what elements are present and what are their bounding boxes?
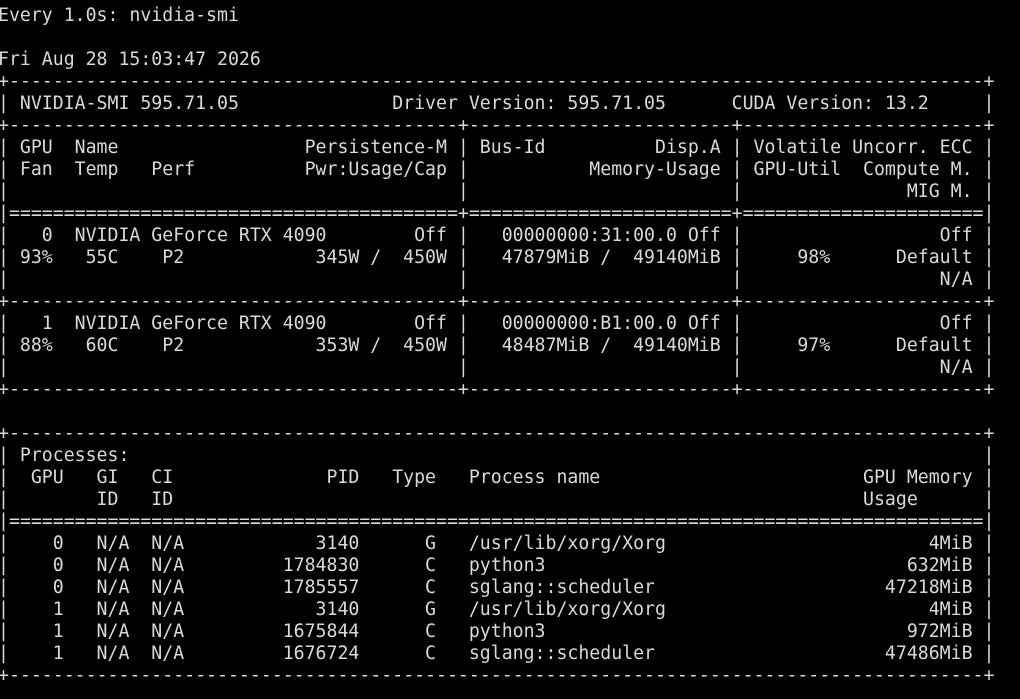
gpu-0-row: | 0 NVIDIA GeForce RTX 4090 Off | 000000… [0,225,995,246]
gpu-header-row: | GPU Name Persistence-M | Bus-Id Disp.A… [0,137,995,158]
table-border: +---------------------------------------… [0,379,995,400]
table-border: +---------------------------------------… [0,423,995,444]
process-row: | 1 N/A N/A 1676724 C sglang::scheduler … [0,643,995,664]
gpu-0-row: | 93% 55C P2 345W / 450W | 47879MiB / 49… [0,247,995,268]
table-border: +---------------------------------------… [0,115,995,136]
process-row: | 0 N/A N/A 3140 G /usr/lib/xorg/Xorg 4M… [0,533,995,554]
table-border: +---------------------------------------… [0,71,995,92]
processes-header-row: | ID ID Usage | [0,489,995,510]
version-row: | NVIDIA-SMI 595.71.05 Driver Version: 5… [0,93,995,114]
gpu-0-row: | | | N/A | [0,269,995,290]
gpu-header-row: | Fan Temp Perf Pwr:Usage/Cap | Memory-U… [0,159,995,180]
gpu-header-row: | | | MIG M. | [0,181,995,202]
header-separator: |=======================================… [0,203,995,224]
processes-title: | Processes: | [0,445,995,466]
gpu-1-row: | | | N/A | [0,357,995,378]
terminal-window[interactable]: Every 1.0s: nvidia-smi Fri Aug 28 15:03:… [0,0,1020,699]
table-border: +---------------------------------------… [0,665,995,686]
watch-header: Every 1.0s: nvidia-smi [0,5,239,26]
process-row: | 0 N/A N/A 1785557 C sglang::scheduler … [0,577,995,598]
gpu-1-row: | 88% 60C P2 353W / 450W | 48487MiB / 49… [0,335,995,356]
table-border: +---------------------------------------… [0,291,995,312]
timestamp: Fri Aug 28 15:03:47 2026 [0,49,261,70]
process-row: | 1 N/A N/A 1675844 C python3 972MiB | [0,621,995,642]
header-separator: |=======================================… [0,511,995,532]
process-row: | 0 N/A N/A 1784830 C python3 632MiB | [0,555,995,576]
gpu-1-row: | 1 NVIDIA GeForce RTX 4090 Off | 000000… [0,313,995,334]
process-row: | 1 N/A N/A 3140 G /usr/lib/xorg/Xorg 4M… [0,599,995,620]
processes-header-row: | GPU GI CI PID Type Process name GPU Me… [0,467,995,488]
